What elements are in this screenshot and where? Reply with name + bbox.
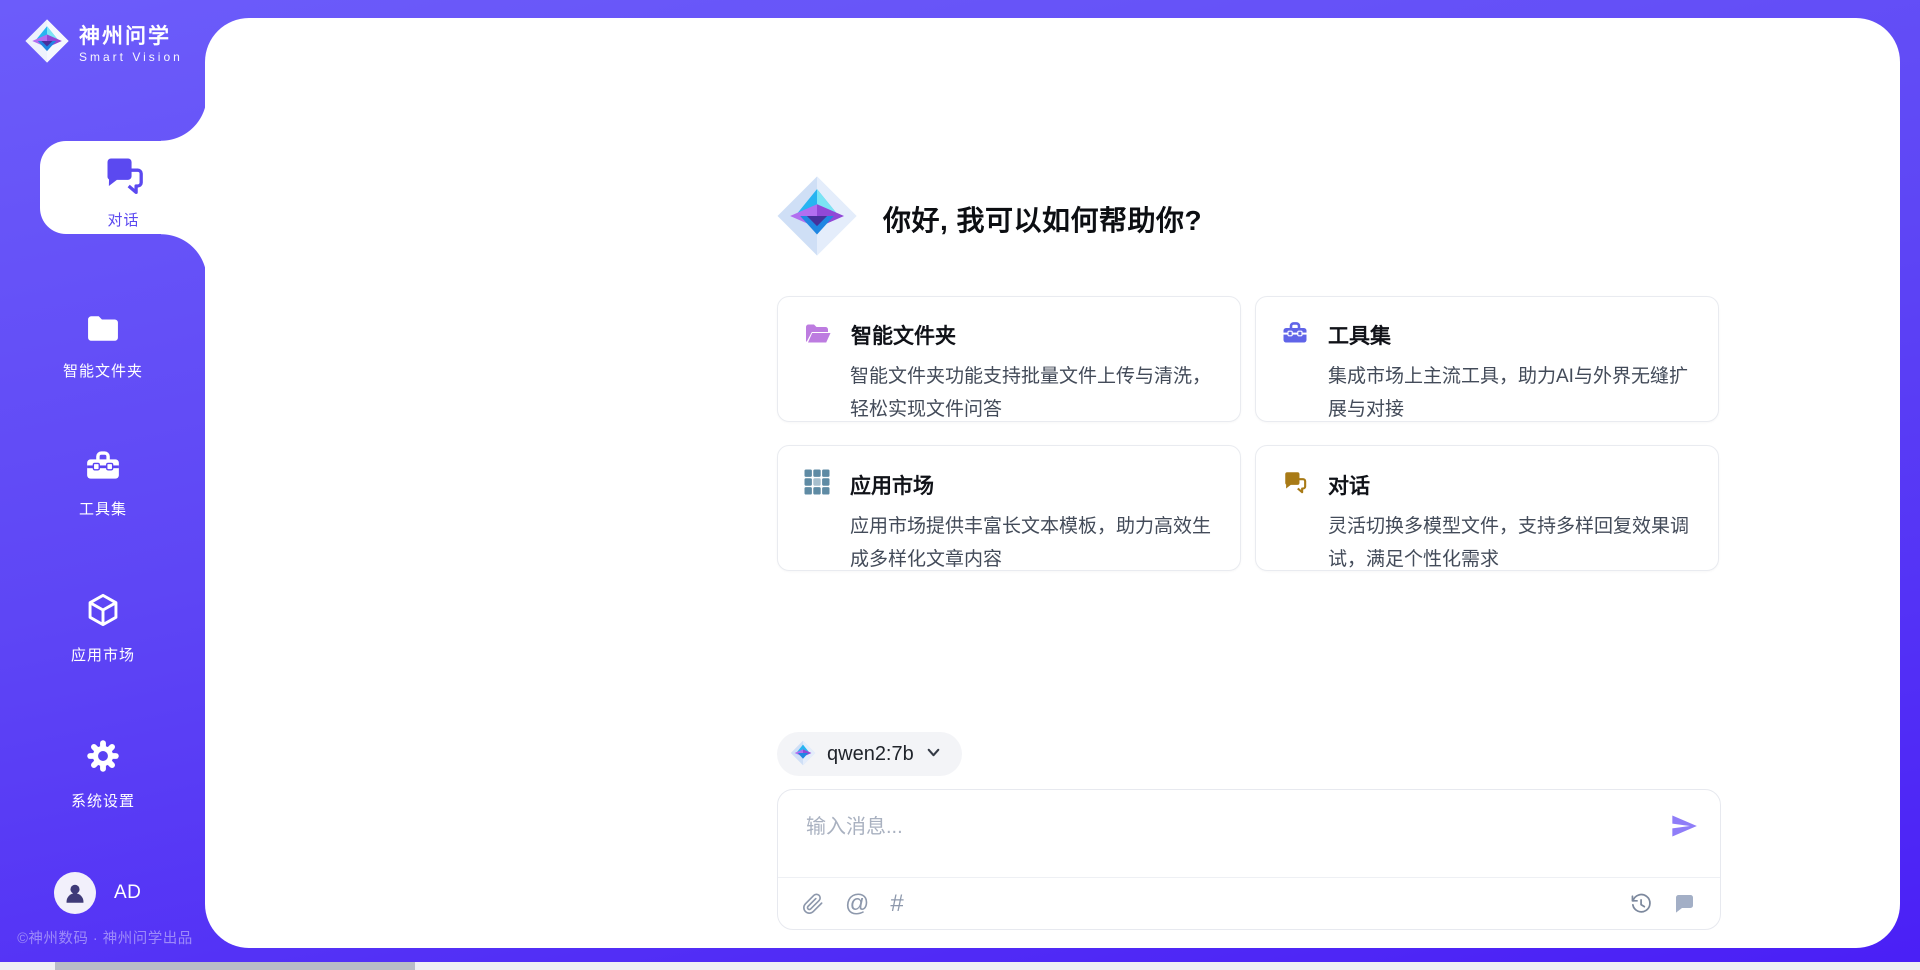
briefcase-icon bbox=[1282, 320, 1308, 350]
app-window: 神州问学 Smart Vision 对话 智能文件夹 bbox=[0, 0, 1920, 970]
copyright-footer: ©神州数码 · 神州问学出品 bbox=[0, 927, 210, 948]
at-sign-icon: @ bbox=[845, 893, 869, 915]
sidebar: 神州问学 Smart Vision 对话 智能文件夹 bbox=[0, 0, 206, 970]
feature-cards: 智能文件夹 智能文件夹功能支持批量文件上传与清洗，轻松实现文件问答 bbox=[777, 296, 1723, 571]
avatar bbox=[54, 872, 96, 914]
hashtag-button[interactable]: # bbox=[890, 893, 903, 915]
hash-icon: # bbox=[890, 893, 903, 915]
chat-history-button[interactable] bbox=[1672, 892, 1696, 916]
card-app-market[interactable]: 应用市场 应用市场提供丰富长文本模板，助力高效生成多样化文章内容 bbox=[777, 445, 1241, 571]
main-panel: 你好, 我可以如何帮助你? 智能文件夹 智能文件夹功能支持批量文件上传与清洗，轻… bbox=[205, 18, 1900, 948]
model-selector[interactable]: qwen2:7b bbox=[777, 732, 962, 776]
greeting-header: 你好, 我可以如何帮助你? bbox=[775, 174, 1202, 263]
composer-toolbar: @ # bbox=[778, 877, 1720, 929]
card-title: 智能文件夹 bbox=[851, 320, 956, 350]
gear-icon bbox=[85, 738, 121, 779]
brand-logo-icon bbox=[24, 18, 70, 69]
history-button[interactable] bbox=[1629, 892, 1652, 915]
sidebar-item-chat[interactable]: 对话 bbox=[40, 141, 207, 234]
sidebar-item-app-market[interactable]: 应用市场 bbox=[0, 592, 206, 665]
model-name: qwen2:7b bbox=[827, 743, 914, 766]
chevron-down-icon bbox=[925, 744, 942, 764]
sidebar-item-settings[interactable]: 系统设置 bbox=[0, 738, 206, 811]
card-description: 智能文件夹功能支持批量文件上传与清洗，轻松实现文件问答 bbox=[850, 360, 1214, 426]
sidebar-item-label: 工具集 bbox=[79, 498, 127, 519]
chat-icon bbox=[102, 153, 146, 202]
grid-icon bbox=[804, 469, 830, 500]
folder-icon bbox=[85, 312, 121, 349]
user-name: AD bbox=[114, 882, 141, 904]
card-description: 集成市场上主流工具，助力AI与外界无缝扩展与对接 bbox=[1328, 360, 1692, 426]
chat-bubbles-icon bbox=[1282, 469, 1308, 500]
horizontal-scrollbar-thumb[interactable] bbox=[55, 962, 415, 970]
message-input[interactable] bbox=[804, 808, 1628, 870]
user-profile[interactable]: AD bbox=[54, 872, 141, 914]
attach-file-button[interactable] bbox=[802, 893, 824, 915]
chat-bubble-icon bbox=[1672, 892, 1696, 916]
folder-open-icon bbox=[804, 321, 831, 350]
cube-icon bbox=[85, 592, 121, 633]
send-button[interactable] bbox=[1670, 812, 1698, 840]
sidebar-item-label: 对话 bbox=[107, 209, 139, 230]
card-chat[interactable]: 对话 灵活切换多模型文件，支持多样回复效果调试，满足个性化需求 bbox=[1255, 445, 1719, 571]
greeting-title: 你好, 我可以如何帮助你? bbox=[883, 199, 1202, 239]
brand-name: 神州问学 bbox=[79, 24, 183, 50]
card-title: 对话 bbox=[1328, 470, 1370, 500]
sidebar-item-smart-folder[interactable]: 智能文件夹 bbox=[0, 312, 206, 381]
history-icon bbox=[1629, 892, 1652, 915]
card-smart-folder[interactable]: 智能文件夹 智能文件夹功能支持批量文件上传与清洗，轻松实现文件问答 bbox=[777, 296, 1241, 422]
sidebar-item-label: 智能文件夹 bbox=[63, 360, 143, 381]
card-title: 应用市场 bbox=[850, 470, 934, 500]
sidebar-item-toolset[interactable]: 工具集 bbox=[0, 448, 206, 519]
brand: 神州问学 Smart Vision bbox=[24, 18, 183, 69]
card-description: 灵活切换多模型文件，支持多样回复效果调试，满足个性化需求 bbox=[1328, 510, 1692, 576]
paperclip-icon bbox=[802, 893, 824, 915]
model-logo-icon bbox=[790, 740, 816, 769]
card-title: 工具集 bbox=[1328, 320, 1391, 350]
assistant-logo-icon bbox=[775, 174, 859, 263]
horizontal-scrollbar bbox=[0, 962, 1920, 970]
card-description: 应用市场提供丰富长文本模板，助力高效生成多样化文章内容 bbox=[850, 510, 1214, 576]
sidebar-item-label: 系统设置 bbox=[71, 790, 135, 811]
message-composer: @ # bbox=[777, 789, 1721, 930]
sidebar-item-label: 应用市场 bbox=[71, 644, 135, 665]
toolbox-icon bbox=[84, 448, 122, 487]
card-toolset[interactable]: 工具集 集成市场上主流工具，助力AI与外界无缝扩展与对接 bbox=[1255, 296, 1719, 422]
brand-subtitle: Smart Vision bbox=[79, 50, 183, 64]
mention-button[interactable]: @ bbox=[845, 893, 869, 915]
